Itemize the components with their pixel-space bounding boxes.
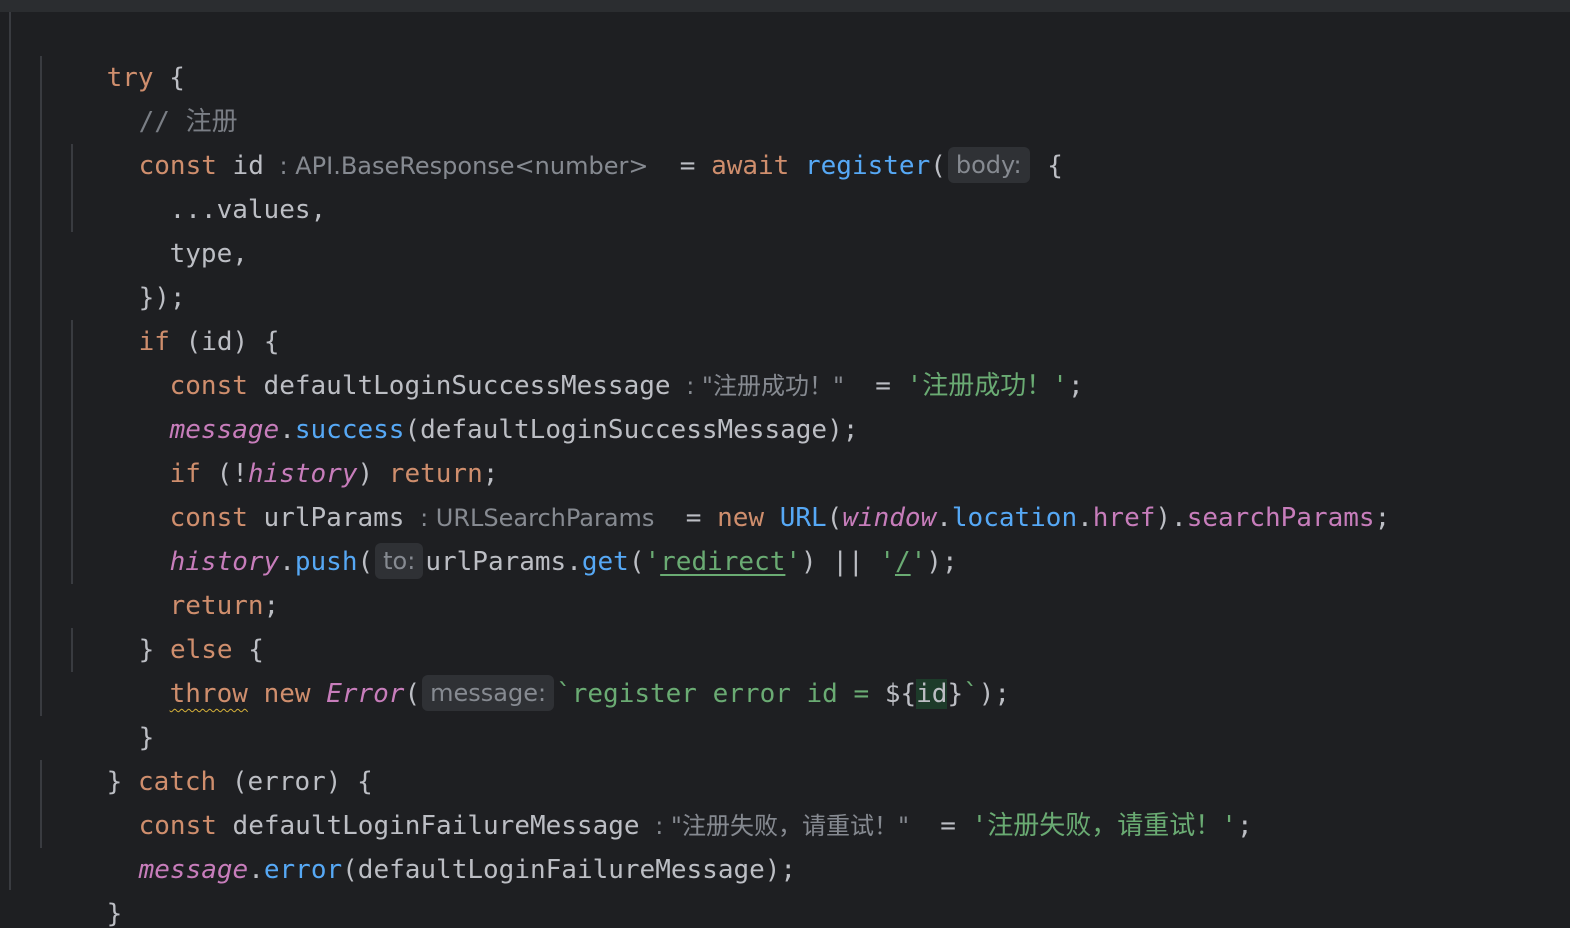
code-line-7[interactable]: if (id) {	[76, 276, 280, 357]
code-token: }	[947, 679, 964, 709]
code-line-8[interactable]: const defaultLoginSuccessMessage : "注册成功…	[107, 320, 1084, 401]
code-token: (	[357, 547, 374, 577]
parameter-hint: body:	[947, 147, 1030, 183]
code-token: ) ||	[801, 547, 880, 577]
code-line-10[interactable]: if (!history) return;	[107, 408, 499, 489]
type-hint: : API.BaseResponse<number>	[279, 152, 649, 180]
code-line-2[interactable]: // 注册	[76, 56, 238, 137]
code-token: }	[106, 899, 123, 928]
string-literal: '注册成功！'	[906, 371, 1068, 401]
indent-guide	[71, 628, 73, 672]
parameter-hint: to:	[375, 543, 424, 579]
code-line-3[interactable]: const id : API.BaseResponse<number> = aw…	[76, 100, 1063, 183]
property-href: href	[1092, 503, 1156, 533]
property-searchparams: searchParams	[1186, 503, 1375, 533]
string-quote: '	[785, 547, 802, 577]
code-editor[interactable]: try { // 注册 const id : API.BaseResponse<…	[0, 0, 1570, 928]
code-token: ;	[1236, 811, 1253, 841]
code-line-21[interactable]: };	[12, 892, 106, 928]
keyword-await: await	[711, 151, 790, 181]
code-token: ;	[263, 591, 280, 621]
code-line-20[interactable]: }	[44, 848, 123, 928]
string-quote: '	[879, 547, 895, 577]
code-token: =	[648, 151, 712, 181]
code-token: =	[909, 811, 972, 841]
template-string: `	[963, 679, 979, 709]
function-error: error	[263, 855, 343, 885]
code-token: .	[248, 855, 264, 885]
string-root-path[interactable]: /	[895, 547, 911, 577]
code-token: .	[1077, 503, 1093, 533]
code-line-9[interactable]: message.success(defaultLoginSuccessMessa…	[107, 364, 859, 445]
function-push: push	[294, 547, 358, 577]
indent-guide	[40, 760, 42, 848]
code-token: ${	[884, 679, 917, 709]
string-quote: '	[644, 547, 661, 577]
code-token: (	[404, 679, 421, 709]
code-token: ;	[1067, 371, 1084, 401]
code-line-19[interactable]: message.error(defaultLoginFailureMessage…	[76, 804, 796, 885]
indent-guide	[71, 144, 73, 232]
code-token: {	[1031, 151, 1063, 181]
template-string: `register error id =	[556, 679, 885, 709]
highlighted-id: id	[916, 679, 948, 709]
string-literal: '注册失败，请重试！'	[971, 811, 1237, 841]
code-token: ;	[1374, 503, 1391, 533]
function-register: register	[805, 151, 931, 181]
code-line-11[interactable]: const urlParams : URLSearchParams = new …	[107, 452, 1391, 533]
code-token: );	[926, 547, 958, 577]
code-line-4[interactable]: ...values,	[107, 144, 327, 225]
indent-guide	[40, 56, 42, 716]
code-token: ).	[1155, 503, 1187, 533]
code-token: .	[279, 547, 295, 577]
code-line-17[interactable]: } catch (error) {	[44, 716, 373, 797]
code-line-14[interactable]: } else {	[76, 584, 264, 665]
code-line-6[interactable]: });	[76, 232, 186, 313]
code-line-5[interactable]: type,	[107, 188, 248, 269]
string-quote: '	[910, 547, 927, 577]
parameter-hint: message:	[422, 675, 555, 711]
code-line-12[interactable]: history.push(to: urlParams.get('redirect'…	[107, 496, 958, 579]
keyword-throw[interactable]: throw	[170, 679, 248, 709]
class-error: Error	[326, 679, 405, 709]
code-line-13[interactable]: return;	[107, 540, 280, 621]
code-token: );	[978, 679, 1011, 709]
global-message: message	[138, 855, 249, 885]
code-line-16[interactable]: }	[76, 672, 155, 753]
code-token: (	[628, 547, 645, 577]
variable-urlparams: urlParams.	[425, 547, 582, 577]
indent-guide	[9, 12, 11, 890]
editor-top-edge	[0, 0, 1570, 12]
function-get: get	[581, 547, 629, 577]
property-location: location	[951, 503, 1078, 533]
indent-guide	[71, 320, 73, 584]
code-token: (	[930, 151, 946, 181]
code-token: (defaultLoginFailureMessage);	[342, 855, 797, 885]
code-line-1[interactable]: try {	[44, 12, 185, 93]
keyword-new: new	[263, 679, 311, 709]
code-line-18[interactable]: const defaultLoginFailureMessage : "注册失败…	[76, 760, 1253, 841]
code-line-15[interactable]: throw new Error(message: `register error …	[107, 628, 1010, 711]
string-redirect[interactable]: redirect	[660, 547, 785, 577]
